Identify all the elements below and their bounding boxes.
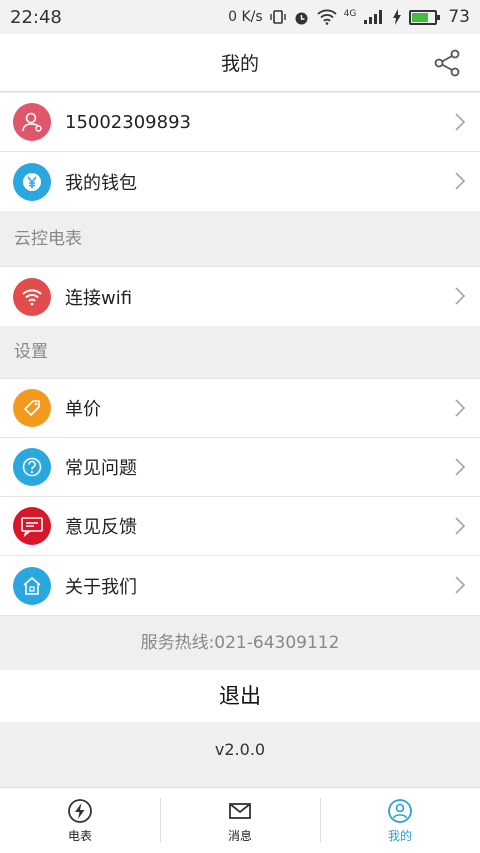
feedback-label: 意见反馈	[65, 517, 137, 538]
alarm-icon	[295, 12, 308, 24]
price-tag-icon	[13, 389, 51, 427]
app-version: v2.0.0	[0, 722, 480, 778]
tab-meter-label: 电表	[67, 828, 92, 843]
unit-price-row[interactable]: 单价	[0, 379, 480, 438]
mail-icon	[229, 802, 251, 819]
battery-percent: 73	[448, 7, 470, 27]
charging-icon	[393, 9, 402, 25]
chevron-right-icon	[455, 399, 466, 417]
settings-group: 单价 常见问题 意见反馈 关于我们	[0, 378, 480, 616]
faq-row[interactable]: 常见问题	[0, 438, 480, 497]
chevron-right-icon	[455, 458, 466, 476]
connect-wifi-row[interactable]: 连接wifi	[0, 267, 480, 326]
feedback-icon	[13, 507, 51, 545]
tab-messages[interactable]: 消息	[160, 788, 320, 853]
status-icons: 0 K/s 4G 73	[228, 7, 470, 27]
connect-wifi-label: 连接wifi	[65, 287, 133, 309]
chevron-right-icon	[455, 576, 466, 594]
faq-label: 常见问题	[65, 458, 137, 479]
tab-mine-label: 我的	[387, 828, 412, 843]
wifi-icon	[317, 9, 337, 25]
lightning-icon	[68, 798, 92, 823]
section-title-meter: 云控电表	[0, 213, 480, 265]
chevron-right-icon	[455, 113, 466, 131]
profile-icon	[388, 798, 412, 823]
share-icon[interactable]	[432, 48, 462, 78]
account-group: 15002309893 我的钱包	[0, 93, 480, 211]
feedback-row[interactable]: 意见反馈	[0, 497, 480, 556]
wallet-yuan-icon	[13, 162, 51, 201]
tab-messages-label: 消息	[227, 828, 252, 843]
cell-signal-icon	[364, 10, 383, 24]
chevron-right-icon	[455, 172, 466, 190]
status-time: 22:48	[10, 6, 62, 28]
page-title: 我的	[220, 53, 259, 75]
home-icon	[13, 566, 51, 605]
tab-mine[interactable]: 我的	[320, 788, 480, 853]
about-us-row[interactable]: 关于我们	[0, 556, 480, 615]
wifi-icon	[13, 277, 51, 316]
net-speed-label: 0 K/s	[228, 9, 263, 25]
bottom-tab-bar: 电表 消息 我的	[0, 787, 480, 853]
status-bar: 22:48 0 K/s 4G 73	[0, 0, 480, 34]
phone-number: 15002309893	[65, 111, 191, 133]
network-type-label: 4G	[343, 9, 357, 19]
meter-group: 连接wifi	[0, 266, 480, 326]
question-icon	[13, 448, 51, 486]
wallet-label: 我的钱包	[65, 172, 137, 194]
chevron-right-icon	[455, 287, 466, 305]
chevron-right-icon	[455, 517, 466, 535]
wallet-row[interactable]: 我的钱包	[0, 152, 480, 211]
user-icon	[13, 103, 51, 141]
title-bar: 我的	[0, 34, 480, 92]
section-title-settings: 设置	[0, 326, 480, 378]
account-phone-row[interactable]: 15002309893	[0, 93, 480, 152]
vibrate-icon	[269, 10, 286, 24]
unit-price-label: 单价	[65, 399, 101, 420]
battery-icon	[409, 9, 441, 25]
logout-button[interactable]: 退出	[0, 670, 480, 722]
service-hotline: 服务热线:021-64309112	[0, 617, 480, 670]
about-us-label: 关于我们	[65, 576, 137, 598]
tab-meter[interactable]: 电表	[0, 788, 160, 853]
